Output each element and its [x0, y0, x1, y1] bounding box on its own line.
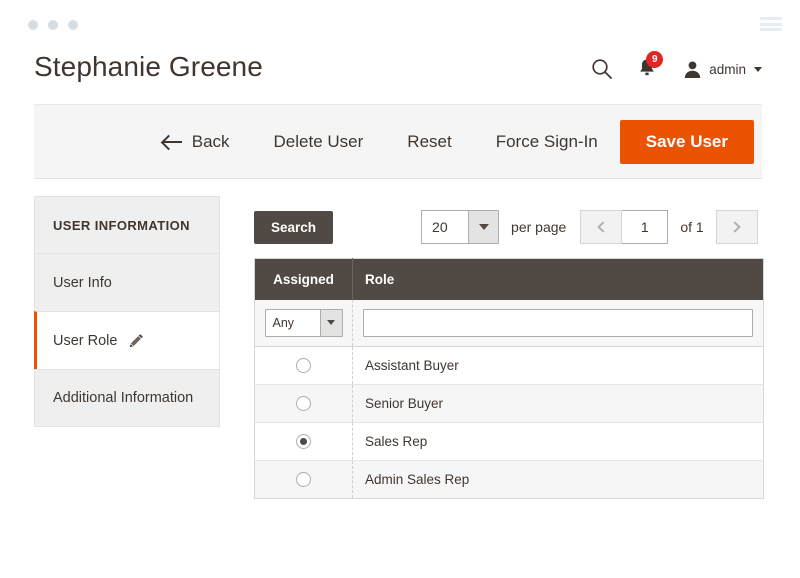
window-dot-1: [28, 20, 38, 30]
column-header-role[interactable]: Role: [352, 258, 764, 300]
row-role-cell: Admin Sales Rep: [352, 460, 764, 498]
search-icon[interactable]: [591, 58, 613, 80]
browser-chrome: [0, 0, 800, 46]
user-role-grid: Assigned Role Any Assistant Buyer Senior…: [254, 258, 764, 499]
grid-body: Any Assistant Buyer Senior Buyer Sales R…: [254, 299, 764, 498]
search-button[interactable]: Search: [254, 210, 334, 244]
sidebar-heading: USER INFORMATION: [34, 196, 220, 253]
row-assigned-cell: [254, 460, 353, 498]
column-header-assigned[interactable]: Assigned: [254, 258, 353, 300]
chevron-left-icon: [597, 221, 609, 233]
page-title: Stephanie Greene: [34, 51, 263, 82]
row-role-cell: Senior Buyer: [352, 384, 764, 423]
sidebar-item-label: Additional Information: [53, 390, 194, 406]
filter-cell-assigned: Any: [254, 299, 353, 347]
notifications-badge: 9: [646, 51, 664, 68]
sidebar-item-label: User Info: [53, 274, 112, 291]
role-filter-input[interactable]: [363, 308, 753, 337]
total-pages-label: of 1: [680, 219, 704, 235]
hamburger-menu-icon[interactable]: [760, 17, 782, 31]
table-row[interactable]: Admin Sales Rep: [254, 460, 764, 498]
save-user-button[interactable]: Save User: [619, 119, 754, 164]
grid-controls: Search 20 per page of 1: [254, 196, 764, 258]
sidebar-item-user-info[interactable]: User Info: [34, 253, 220, 311]
notifications-bell[interactable]: 9: [637, 51, 664, 80]
sidebar-item-additional-information[interactable]: Additional Information: [34, 369, 220, 427]
per-page-label: per page: [511, 219, 567, 235]
delete-user-button[interactable]: Delete User: [252, 105, 386, 178]
window-dot-2: [48, 20, 58, 30]
row-role-cell: Assistant Buyer: [352, 346, 764, 385]
admin-user-menu[interactable]: admin: [683, 60, 762, 79]
per-page-value: 20: [432, 219, 448, 235]
back-button-label: Back: [191, 131, 230, 151]
assigned-radio[interactable]: [296, 357, 311, 373]
assigned-filter-value: Any: [272, 315, 295, 330]
table-row[interactable]: Sales Rep: [254, 422, 764, 461]
row-role-cell: Sales Rep: [352, 422, 764, 461]
assigned-filter-select[interactable]: Any: [264, 308, 343, 337]
hamburger-bar-3: [760, 28, 782, 31]
chevron-down-icon: [754, 66, 762, 72]
pencil-edit-icon[interactable]: [129, 333, 144, 348]
action-toolbar: Back Delete User Reset Force Sign-In Sav…: [34, 104, 762, 179]
next-page-button[interactable]: [715, 210, 758, 244]
force-sign-in-button[interactable]: Force Sign-In: [474, 105, 620, 178]
assigned-radio[interactable]: [296, 471, 311, 487]
assigned-radio[interactable]: [296, 433, 311, 449]
row-assigned-cell: [254, 422, 353, 461]
table-row[interactable]: Senior Buyer: [254, 384, 764, 423]
window-dot-3: [68, 20, 78, 30]
header-tools: 9 admin: [591, 51, 762, 80]
page-header: Stephanie Greene 9 admin: [0, 46, 800, 103]
filter-cell-role: [352, 299, 764, 347]
previous-page-button[interactable]: [580, 210, 623, 244]
sidebar-item-label: User Role: [53, 332, 118, 349]
grid-filter-row: Any: [254, 299, 764, 347]
grid-header: Assigned Role: [254, 258, 764, 300]
user-information-sidebar: USER INFORMATION User Info User Role Add…: [34, 196, 220, 427]
reset-button[interactable]: Reset: [385, 105, 473, 178]
sidebar-item-user-role[interactable]: User Role: [34, 311, 220, 369]
window-control-dots: [28, 20, 78, 30]
hamburger-bar-2: [760, 22, 782, 26]
table-row[interactable]: Assistant Buyer: [254, 346, 764, 385]
chevron-down-icon: [319, 309, 342, 336]
chevron-down-icon: [468, 211, 499, 243]
chevron-right-icon: [729, 221, 741, 233]
grid-header-row: Assigned Role: [254, 258, 764, 300]
row-assigned-cell: [254, 346, 353, 385]
user-avatar-icon: [685, 61, 701, 78]
per-page-select[interactable]: 20: [421, 210, 500, 244]
main-content: Search 20 per page of 1 Assigned Role: [254, 196, 764, 499]
arrow-left-icon: [162, 135, 182, 149]
back-button[interactable]: Back: [141, 105, 252, 178]
page-number-input[interactable]: [622, 210, 669, 244]
row-assigned-cell: [254, 384, 353, 423]
admin-user-label: admin: [709, 61, 746, 77]
pagination-controls: 20 per page of 1: [421, 210, 758, 244]
assigned-radio[interactable]: [296, 395, 311, 411]
hamburger-bar-1: [760, 17, 782, 20]
